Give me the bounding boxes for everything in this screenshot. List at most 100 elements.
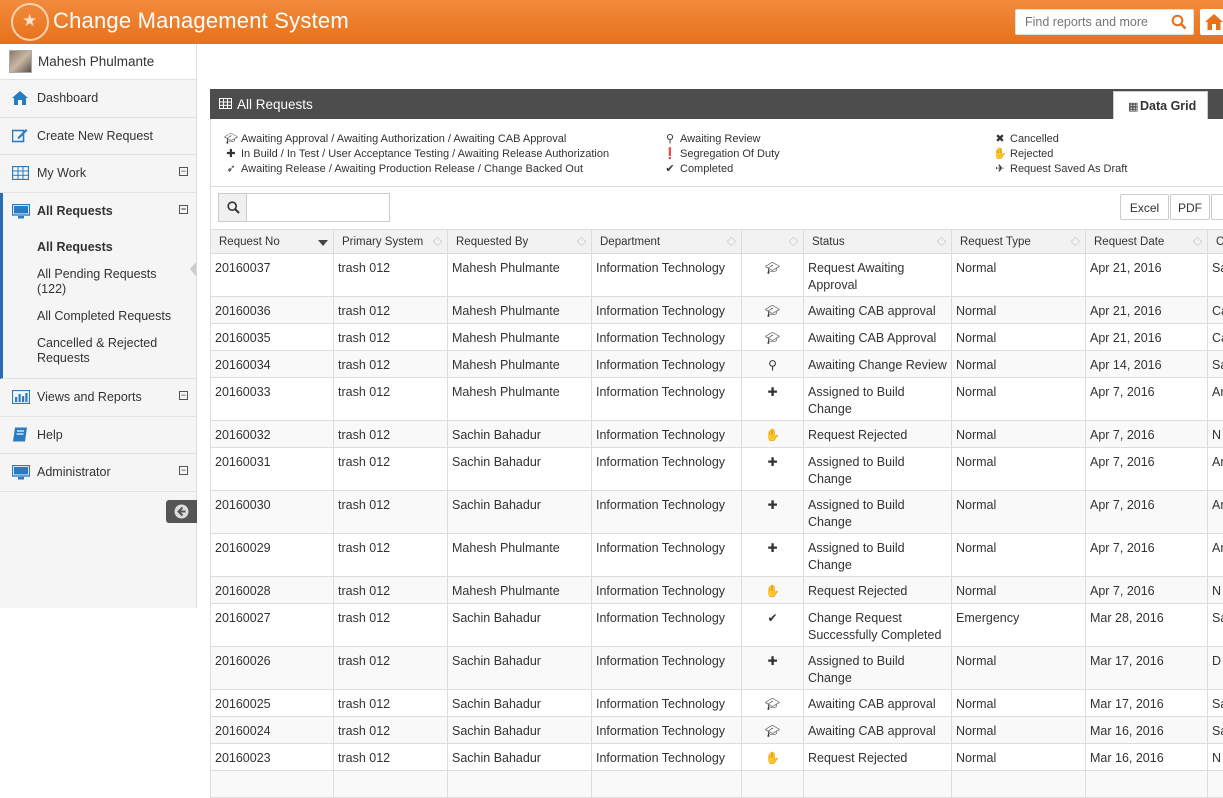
table-row[interactable]: 20160033trash 012Mahesh PhulmanteInforma…: [211, 378, 1223, 421]
sidebar: Mahesh Phulmante Dashboard Create New Re…: [0, 44, 197, 608]
export-pdf-button[interactable]: PDF: [1170, 194, 1210, 220]
table-row[interactable]: 20160027trash 012Sachin BahadurInformati…: [211, 604, 1223, 647]
tab-data-grid[interactable]: ▦Data Grid: [1113, 91, 1208, 120]
legend-label: Request Saved As Draft: [1010, 163, 1127, 175]
legend-item: ❗Segregation Of Duty: [662, 147, 780, 160]
sidebar-item-help[interactable]: Help: [0, 417, 196, 455]
global-search-input[interactable]: [1016, 10, 1166, 34]
cell-requested-by: Mahesh Phulmante: [448, 577, 592, 604]
cell-status: Assigned to Build Change: [804, 534, 952, 577]
cell-department: Information Technology: [592, 647, 742, 690]
cell-status-icon: ✔: [742, 604, 804, 647]
sidebar-item-administrator[interactable]: Administrator −: [0, 454, 196, 492]
sort-icon: [1071, 237, 1081, 247]
cell-status: Request Rejected: [804, 421, 952, 448]
cell-department: Information Technology: [592, 324, 742, 351]
column-label: C: [1216, 236, 1223, 248]
cell-request-type: Normal: [952, 254, 1086, 297]
sidebar-item-dashboard[interactable]: Dashboard: [0, 80, 196, 118]
export-more-button[interactable]: [1211, 194, 1223, 220]
user-profile[interactable]: Mahesh Phulmante: [0, 44, 196, 80]
table-row[interactable]: 20160032trash 012Sachin BahadurInformati…: [211, 421, 1223, 448]
sidebar-item-my-work[interactable]: My Work −: [0, 155, 196, 193]
table-row[interactable]: [211, 771, 1223, 798]
collapse-sidebar-button[interactable]: [166, 500, 197, 523]
cell-request-date: Apr 7, 2016: [1086, 491, 1208, 534]
cell-request-date: Apr 7, 2016: [1086, 421, 1208, 448]
cell-request-type: Normal: [952, 448, 1086, 491]
column-header-request-no[interactable]: Request No: [211, 230, 334, 254]
all-requests-submenu: All Requests All Pending Requests (122) …: [0, 230, 196, 379]
table-row[interactable]: 20160035trash 012Mahesh PhulmanteInforma…: [211, 324, 1223, 351]
sidebar-item-label: All Requests: [37, 204, 113, 218]
table-row[interactable]: 20160029trash 012Mahesh PhulmanteInforma…: [211, 534, 1223, 577]
top-bar: Change Management System: [0, 0, 1223, 44]
column-header-status[interactable]: Status: [804, 230, 952, 254]
cell-status-icon: ✚: [742, 534, 804, 577]
bar-chart-icon: [12, 389, 32, 405]
column-header-request-date[interactable]: Request Date: [1086, 230, 1208, 254]
sidebar-item-label: Administrator: [37, 465, 111, 479]
cell-request-no: 20160034: [211, 351, 334, 378]
table-row[interactable]: 20160025trash 012Sachin BahadurInformati…: [211, 690, 1223, 717]
table-row[interactable]: 20160026trash 012Sachin BahadurInformati…: [211, 647, 1223, 690]
home-button[interactable]: [1200, 9, 1223, 35]
export-excel-button[interactable]: Excel: [1120, 194, 1169, 220]
cell-requested-by: Sachin Bahadur: [448, 647, 592, 690]
sidebar-item-views-and-reports[interactable]: Views and Reports −: [0, 379, 196, 417]
table-row[interactable]: 20160037trash 012Mahesh PhulmanteInforma…: [211, 254, 1223, 297]
table-row[interactable]: 20160031trash 012Sachin BahadurInformati…: [211, 448, 1223, 491]
subnav-all-pending-requests[interactable]: All Pending Requests (122): [37, 267, 167, 297]
collapse-toggle-icon[interactable]: −: [179, 391, 188, 400]
collapse-toggle-icon[interactable]: −: [179, 205, 188, 214]
cell-request-type: Normal: [952, 491, 1086, 534]
grid-search-input[interactable]: [248, 194, 388, 221]
cell-request-date: Mar 17, 2016: [1086, 647, 1208, 690]
collapse-toggle-icon[interactable]: −: [179, 466, 188, 475]
column-header-status-icon[interactable]: [742, 230, 804, 254]
table-row[interactable]: 20160024trash 012Sachin BahadurInformati…: [211, 717, 1223, 744]
subnav-all-requests[interactable]: All Requests: [37, 240, 196, 255]
collapse-toggle-icon[interactable]: −: [179, 167, 188, 176]
legend-label: Completed: [680, 163, 733, 175]
sidebar-item-all-requests[interactable]: All Requests −: [0, 193, 196, 231]
sidebar-item-create-new-request[interactable]: Create New Request: [0, 118, 196, 156]
cell-status-icon: ✚: [742, 647, 804, 690]
check-icon: ✔: [767, 611, 777, 625]
check-icon: ✔: [662, 162, 678, 175]
column-header-c[interactable]: C: [1208, 230, 1223, 254]
table-row[interactable]: 20160028trash 012Mahesh PhulmanteInforma…: [211, 577, 1223, 604]
subnav-cancelled-rejected-requests[interactable]: Cancelled & Rejected Requests: [37, 336, 167, 366]
cell-status: Assigned to Build Change: [804, 448, 952, 491]
column-header-primary-system[interactable]: Primary System: [334, 230, 448, 254]
table-cell: [804, 771, 952, 798]
global-search[interactable]: [1015, 9, 1194, 35]
table-row[interactable]: 20160030trash 012Sachin BahadurInformati…: [211, 491, 1223, 534]
cell-status-icon: 🎓︎: [742, 717, 804, 744]
cell-status: Request Rejected: [804, 577, 952, 604]
search-icon[interactable]: [1171, 14, 1187, 30]
subnav-all-completed-requests[interactable]: All Completed Requests: [37, 309, 196, 324]
cell-status-icon: 🎓︎: [742, 297, 804, 324]
table-row[interactable]: 20160034trash 012Mahesh PhulmanteInforma…: [211, 351, 1223, 378]
column-header-requested-by[interactable]: Requested By: [448, 230, 592, 254]
panel-title: All Requests: [237, 97, 313, 112]
column-header-department[interactable]: Department: [592, 230, 742, 254]
cell-status-icon: 🎓︎: [742, 324, 804, 351]
table-row[interactable]: 20160023trash 012Sachin BahadurInformati…: [211, 744, 1223, 771]
cell-primary-system: trash 012: [334, 491, 448, 534]
cell-request-no: 20160037: [211, 254, 334, 297]
cell-primary-system: trash 012: [334, 717, 448, 744]
column-header-request-type[interactable]: Request Type: [952, 230, 1086, 254]
cell-status: Awaiting CAB approval: [804, 717, 952, 744]
cell-department: Information Technology: [592, 351, 742, 378]
table-row[interactable]: 20160036trash 012Mahesh PhulmanteInforma…: [211, 297, 1223, 324]
thumbs-down-icon: ✋: [992, 147, 1008, 160]
grid-search[interactable]: [218, 193, 390, 222]
sort-icon: [727, 237, 737, 247]
search-icon: ⚲: [662, 132, 678, 145]
cell-request-no: 20160026: [211, 647, 334, 690]
cell-request-type: Normal: [952, 421, 1086, 448]
cell-request-no: 20160036: [211, 297, 334, 324]
cell-department: Information Technology: [592, 717, 742, 744]
